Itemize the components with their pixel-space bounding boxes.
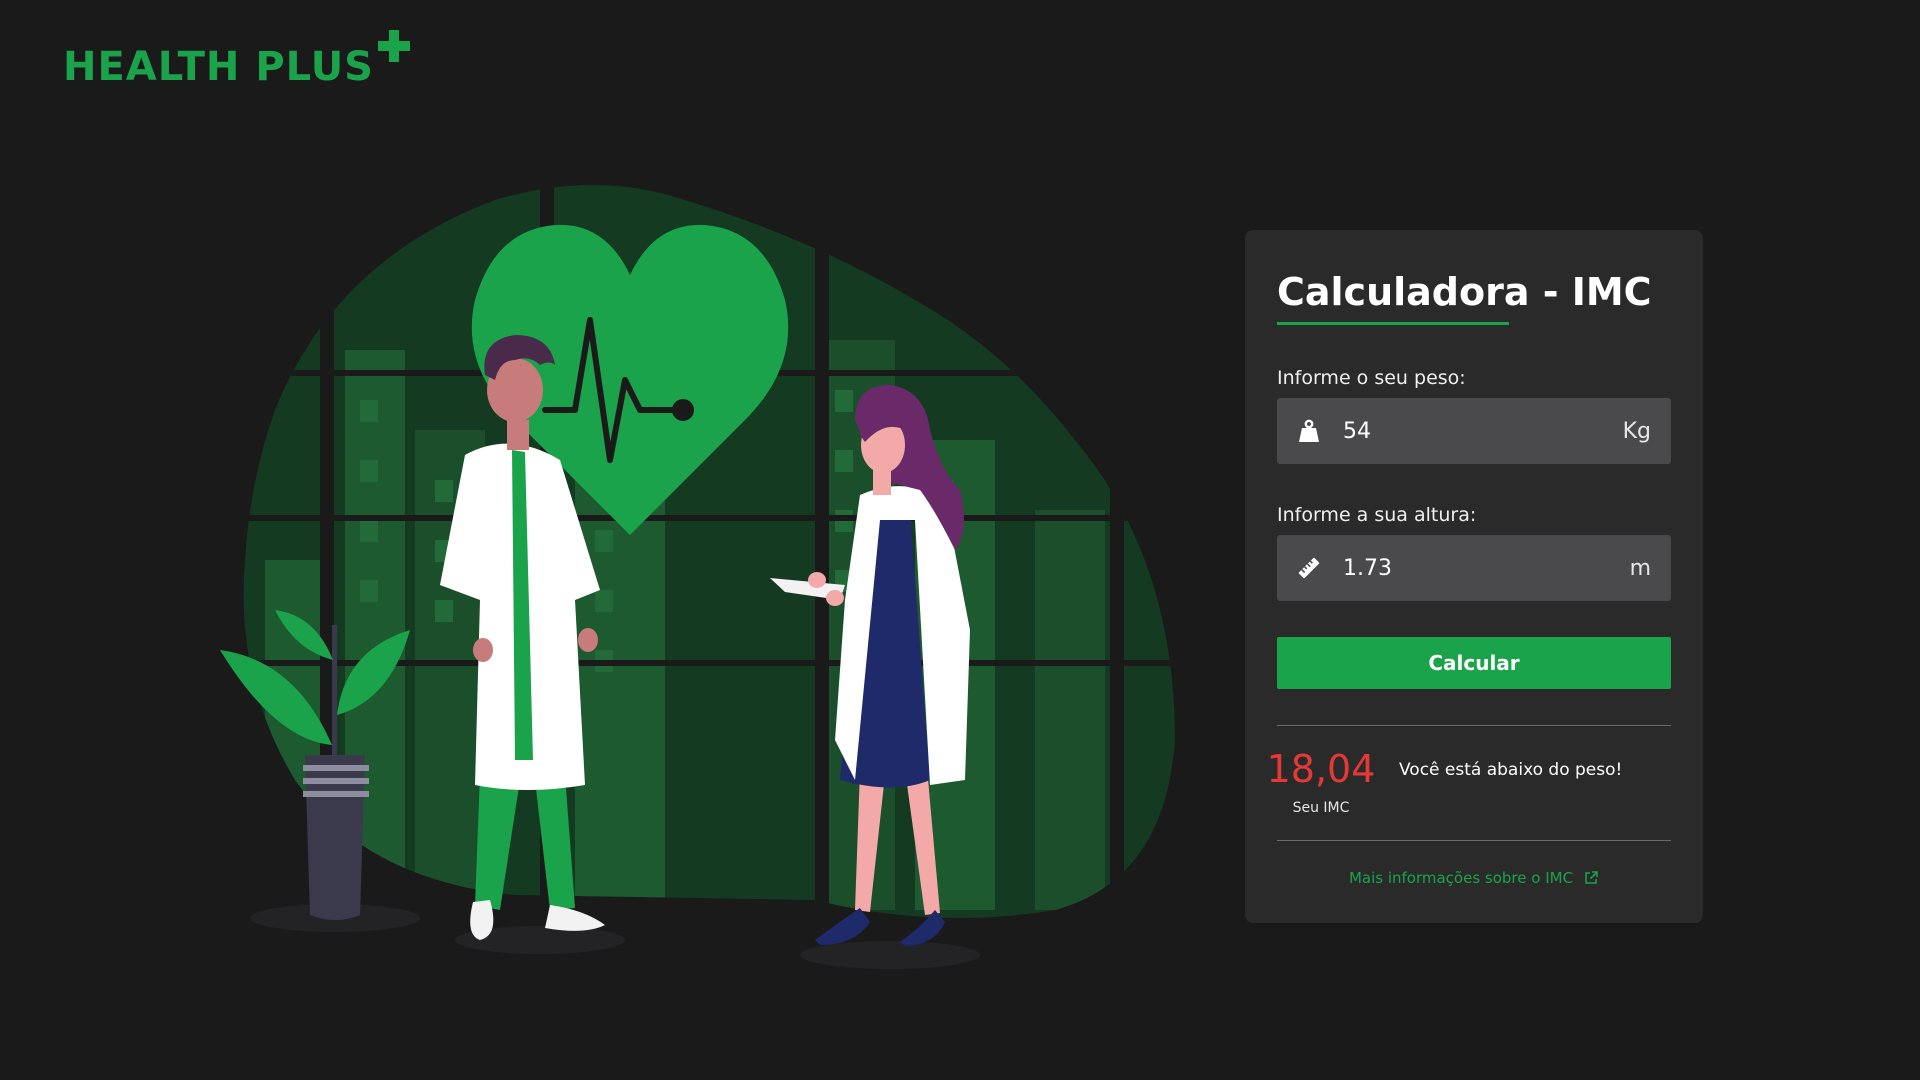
- ruler-icon: [1297, 555, 1321, 581]
- weight-label: Informe o seu peso:: [1277, 367, 1466, 389]
- bmi-value: 18,04: [1266, 747, 1376, 791]
- brand-name: HEALTH PLUS: [63, 44, 374, 90]
- weight-unit: Kg: [1622, 418, 1651, 444]
- bmi-result: 18,04 Seu IMC Você está abaixo do peso!: [1267, 726, 1671, 840]
- more-info-link[interactable]: Mais informações sobre o IMC: [1277, 869, 1671, 887]
- bmi-message: Você está abaixo do peso!: [1399, 760, 1623, 780]
- weight-icon: [1297, 418, 1321, 444]
- more-info-label: Mais informações sobre o IMC: [1348, 869, 1574, 887]
- external-link-icon: [1583, 870, 1599, 886]
- doctors-illustration: [220, 185, 1176, 969]
- title-underline: [1277, 322, 1509, 325]
- weight-input[interactable]: [1343, 418, 1623, 444]
- bmi-caption: Seu IMC: [1292, 800, 1350, 816]
- calculate-button[interactable]: Calcular: [1277, 637, 1671, 689]
- weight-input-box[interactable]: Kg: [1277, 398, 1671, 464]
- height-label: Informe a sua altura:: [1277, 504, 1477, 526]
- bmi-result-value-group: 18,04 Seu IMC: [1267, 748, 1376, 816]
- height-input[interactable]: [1343, 555, 1630, 581]
- brand-logo[interactable]: HEALTH PLUS: [63, 30, 410, 90]
- result-divider-bottom: [1277, 840, 1671, 841]
- page: HEALTH PLUS Calculadora - IMC Informe o …: [0, 0, 1920, 1080]
- bmi-calculator-card: Calculadora - IMC Informe o seu peso: Kg…: [1245, 230, 1703, 923]
- card-title: Calculadora - IMC: [1277, 270, 1652, 314]
- height-unit: m: [1629, 555, 1651, 581]
- height-input-box[interactable]: m: [1277, 535, 1671, 601]
- plus-icon: [377, 30, 410, 62]
